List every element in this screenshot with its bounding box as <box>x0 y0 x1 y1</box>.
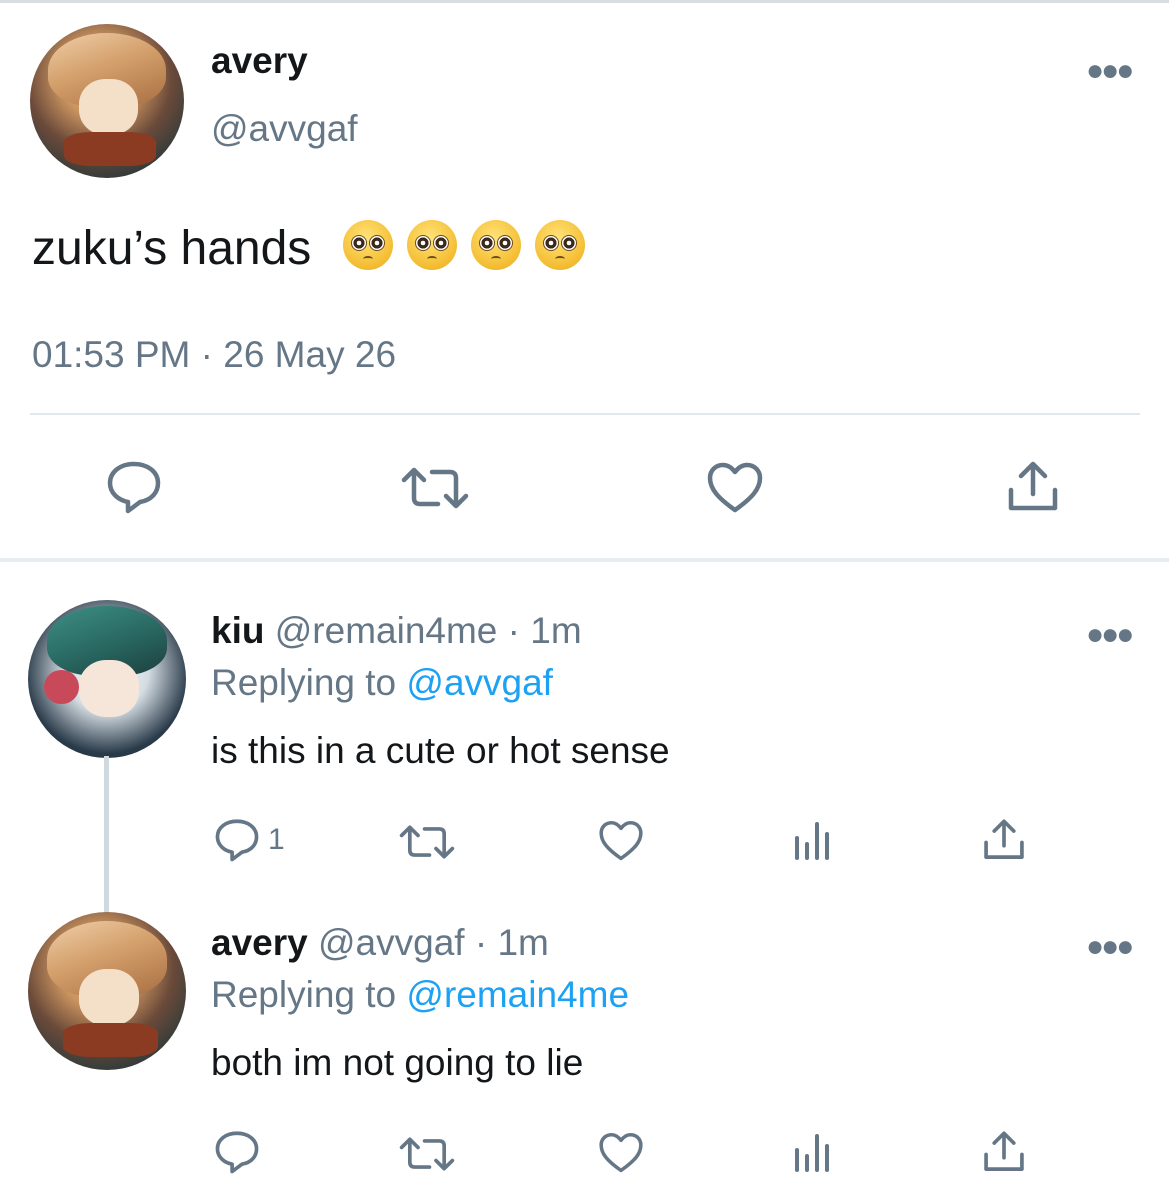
analytics-icon <box>795 822 829 860</box>
reply-meta: @remain4me · 1m <box>274 610 582 651</box>
replying-to-link[interactable]: @remain4me <box>406 974 629 1015</box>
like-button[interactable] <box>598 820 644 862</box>
reply-display-name[interactable]: avery <box>211 922 308 963</box>
tweet-timestamp[interactable]: 01:53 PM · 26 May 26 <box>32 334 396 376</box>
retweet-button[interactable] <box>400 466 470 510</box>
pleading-face-icon <box>342 220 393 270</box>
reply-display-name[interactable]: kiu <box>211 610 264 651</box>
replying-prefix: Replying to <box>211 974 407 1015</box>
reply-button[interactable]: 1 <box>214 818 285 862</box>
share-icon <box>1008 461 1058 511</box>
share-icon <box>984 1131 1024 1171</box>
avatar-scarf <box>62 1022 158 1058</box>
analytics-button[interactable] <box>792 818 832 860</box>
reply-header: kiu @remain4me · 1m <box>211 610 582 652</box>
more-options-icon[interactable]: ●●● <box>1086 56 1134 86</box>
pleading-face-icon <box>406 220 457 270</box>
main-tweet: avery @avvgaf ●●● zuku’s hands 01:53 PM … <box>0 0 1169 560</box>
replying-prefix: Replying to <box>211 662 407 703</box>
like-icon <box>707 462 763 513</box>
divider <box>30 413 1140 415</box>
like-icon <box>599 820 643 861</box>
pleading-face-icon <box>534 220 585 270</box>
avatar-face <box>78 968 139 1026</box>
tweet-text: zuku’s hands <box>32 220 585 276</box>
retweet-button[interactable] <box>398 824 456 860</box>
avatar-face <box>78 660 139 717</box>
avatar-scarf <box>63 131 157 166</box>
reply-button[interactable] <box>106 460 162 514</box>
reply-button[interactable] <box>214 1130 260 1174</box>
analytics-icon <box>795 1134 829 1172</box>
reply-tweet[interactable]: avery @avvgaf · 1m ●●● Replying to @rema… <box>0 874 1169 1186</box>
avatar[interactable] <box>28 600 186 758</box>
like-button[interactable] <box>598 1132 644 1174</box>
share-button[interactable] <box>1006 460 1060 514</box>
reply-meta: @avvgaf · 1m <box>318 922 549 963</box>
replying-to: Replying to @remain4me <box>211 974 629 1016</box>
like-icon <box>599 1132 643 1173</box>
retweet-button[interactable] <box>398 1136 456 1172</box>
reply-icon <box>107 461 161 514</box>
retweet-icon <box>399 1137 455 1171</box>
avatar[interactable] <box>30 24 184 178</box>
reply-header: avery @avvgaf · 1m <box>211 922 549 964</box>
share-button[interactable] <box>982 1130 1026 1174</box>
retweet-icon <box>399 825 455 859</box>
avatar-face <box>79 79 138 135</box>
pleading-face-icon <box>470 220 521 270</box>
retweet-icon <box>401 467 469 509</box>
reply-count: 1 <box>268 823 285 856</box>
emoji-row <box>342 220 585 270</box>
replying-to-link[interactable]: @avvgaf <box>406 662 553 703</box>
replying-to: Replying to @avvgaf <box>211 662 553 704</box>
like-button[interactable] <box>706 462 764 514</box>
author-handle[interactable]: @avvgaf <box>211 108 358 150</box>
reply-handle-time: @remain4me · 1m <box>275 610 582 651</box>
reply-text: is this in a cute or hot sense <box>211 730 670 771</box>
avatar-headphones <box>43 669 79 705</box>
author-display-name[interactable]: avery <box>211 40 308 82</box>
reply-tweet[interactable]: kiu @remain4me · 1m ●●● Replying to @avv… <box>0 562 1169 874</box>
analytics-button[interactable] <box>792 1130 832 1172</box>
avatar[interactable] <box>28 912 186 1070</box>
reply-text: both im not going to lie <box>211 1042 584 1083</box>
tweet-text-content: zuku’s hands <box>32 222 312 275</box>
reply-icon <box>215 1131 259 1174</box>
share-button[interactable] <box>982 818 1026 862</box>
more-options-icon[interactable]: ●●● <box>1086 620 1134 650</box>
reply-icon <box>215 819 259 862</box>
share-icon <box>984 819 1024 859</box>
more-options-icon[interactable]: ●●● <box>1086 932 1134 962</box>
reply-handle-time: @avvgaf · 1m <box>318 922 549 963</box>
